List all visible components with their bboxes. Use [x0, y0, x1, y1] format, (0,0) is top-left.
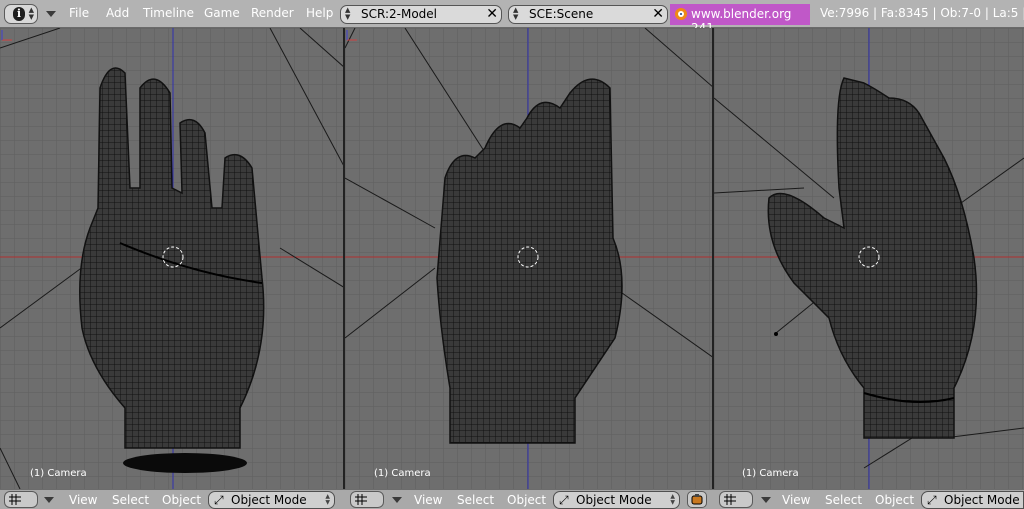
menu-view[interactable]: View: [414, 493, 442, 507]
3d-view-icon: [355, 494, 367, 505]
viewport-side-canvas[interactable]: [714, 28, 1024, 489]
menu-file[interactable]: File: [69, 6, 89, 20]
menu-object[interactable]: Object: [507, 493, 546, 507]
menu-select[interactable]: Select: [112, 493, 149, 507]
camera-label: (1) Camera: [742, 468, 799, 479]
object-mode-icon: ⤢: [214, 493, 224, 507]
mode-selector[interactable]: ⤢ Object Mode: [921, 491, 1024, 509]
viewport-front-canvas[interactable]: [0, 28, 345, 489]
mode-label: Object Mode: [944, 493, 1020, 507]
window-type-button[interactable]: [350, 491, 384, 508]
menu-select[interactable]: Select: [457, 493, 494, 507]
viewport-header-1: View Select Object ⤢ Object Mode ▲ ▼: [0, 489, 345, 509]
info-icon: i: [13, 7, 25, 21]
close-screen-icon[interactable]: ✕: [486, 6, 498, 22]
render-button[interactable]: [687, 491, 707, 508]
top-header: i ▲ ▼ File Add Timeline Game Render Help …: [0, 0, 1024, 35]
collapse-menu-icon[interactable]: [761, 497, 771, 503]
scene-selector[interactable]: ▲ ▼ SCE:Scene ✕: [508, 5, 668, 24]
menu-timeline[interactable]: Timeline: [143, 6, 194, 20]
camera-label: (1) Camera: [374, 468, 431, 479]
menu-object[interactable]: Object: [875, 493, 914, 507]
menu-object[interactable]: Object: [162, 493, 201, 507]
collapse-menu-icon[interactable]: [44, 497, 54, 503]
menu-render[interactable]: Render: [251, 6, 294, 20]
scene-name: SCE:Scene: [529, 7, 594, 21]
window-type-button[interactable]: [4, 491, 38, 508]
mode-label: Object Mode: [231, 493, 307, 507]
object-mode-icon: ⤢: [927, 493, 937, 507]
camera-label: (1) Camera: [30, 468, 87, 479]
menu-select[interactable]: Select: [825, 493, 862, 507]
screen-name: SCR:2-Model: [361, 7, 438, 21]
viewport-header-2: View Select Object ⤢ Object Mode ▲ ▼: [345, 489, 714, 509]
scene-stats: Ve:7996 | Fa:8345 | Ob:7-0 | La:5 |: [820, 6, 1024, 20]
render-icon: [691, 494, 703, 505]
menu-help[interactable]: Help: [306, 6, 333, 20]
axis-gizmo-icon: [1, 30, 12, 41]
menu-add[interactable]: Add: [106, 6, 129, 20]
mode-label: Object Mode: [576, 493, 652, 507]
collapse-menu-icon[interactable]: [392, 497, 402, 503]
mode-selector[interactable]: ⤢ Object Mode ▲ ▼: [553, 491, 680, 509]
3d-view-icon: [724, 494, 736, 505]
viewport-header-3: View Select Object ⤢ Object Mode: [714, 489, 1024, 509]
object-mode-icon: ⤢: [559, 493, 569, 507]
viewport-front[interactable]: (1) Camera: [0, 28, 345, 489]
menu-game[interactable]: Game: [204, 6, 240, 20]
3d-view-icon: [9, 494, 21, 505]
collapse-menu-icon[interactable]: [46, 11, 56, 17]
window-type-button[interactable]: [719, 491, 753, 508]
viewport-side[interactable]: (1) Camera: [714, 28, 1024, 489]
blender-logo-icon: [675, 8, 687, 20]
close-scene-icon[interactable]: ✕: [652, 6, 664, 22]
blender-link[interactable]: www.blender.org 241: [670, 4, 810, 35]
viewport-back[interactable]: (1) Camera: [345, 28, 714, 489]
axis-gizmo-icon: [346, 30, 357, 41]
info-window-button[interactable]: i ▲ ▼: [4, 4, 38, 24]
viewport-back-canvas[interactable]: [345, 28, 714, 489]
screen-selector[interactable]: ▲ ▼ SCR:2-Model ✕: [340, 5, 502, 24]
menu-view[interactable]: View: [69, 493, 97, 507]
mode-selector[interactable]: ⤢ Object Mode ▲ ▼: [208, 491, 335, 509]
menu-view[interactable]: View: [782, 493, 810, 507]
